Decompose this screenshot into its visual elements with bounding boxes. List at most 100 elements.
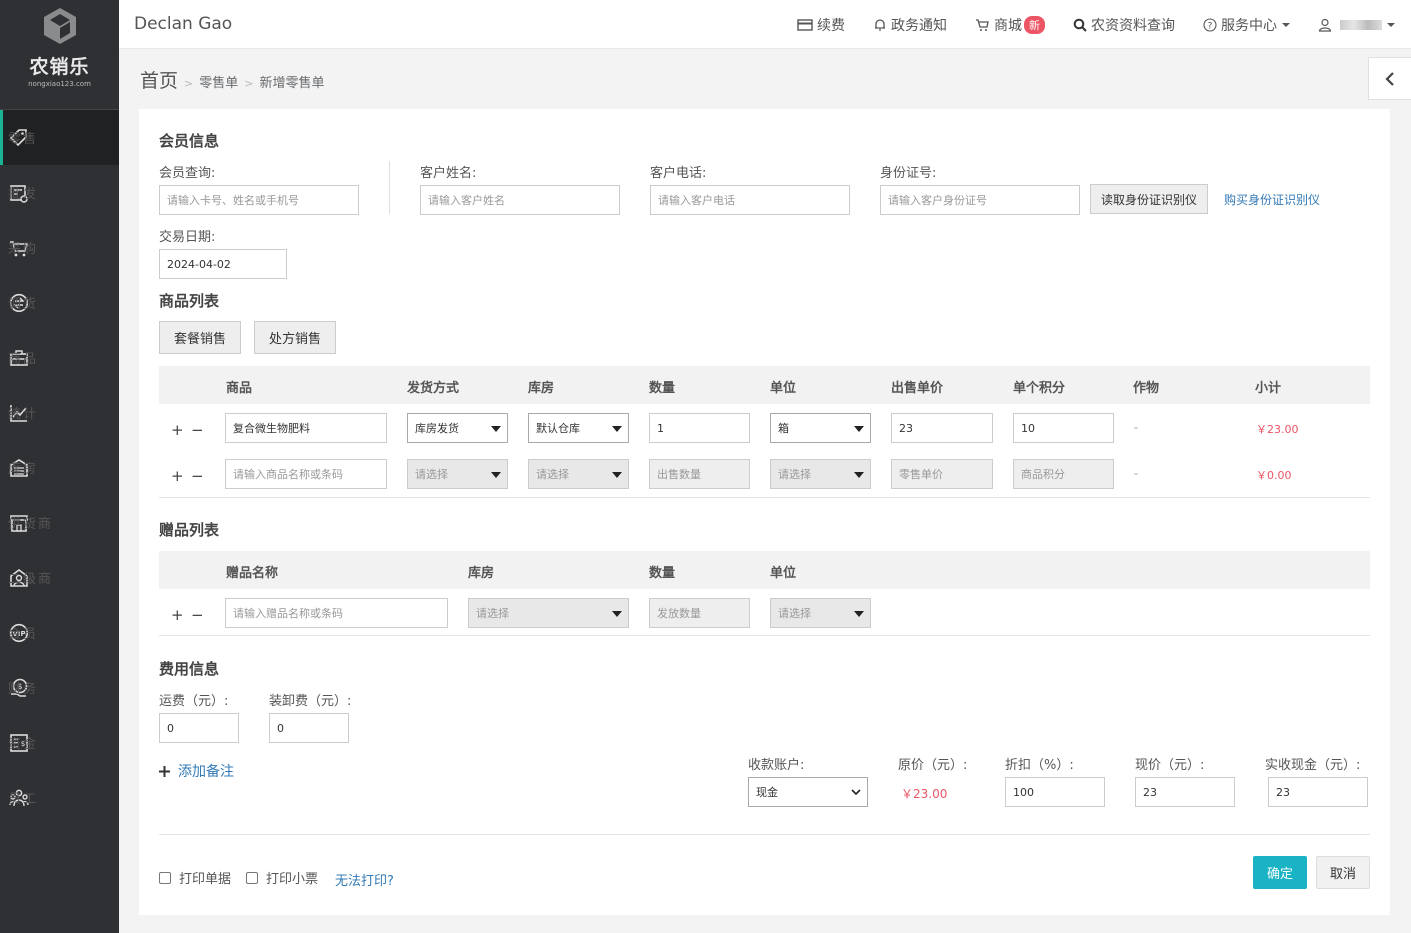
breadcrumb-retail[interactable]: 零售单 — [199, 72, 238, 91]
warehouse-value: 默认仓库 — [536, 422, 580, 435]
id-number-input[interactable]: 请输入客户身份证号 — [880, 185, 1080, 215]
sidebar-item-label: 二级商 — [8, 568, 77, 587]
sidebar-item-2[interactable]: 采购 — [0, 220, 119, 275]
sidebar-item-char: 售 — [23, 132, 39, 147]
cash-received-input[interactable]: 23 — [1268, 777, 1368, 807]
sidebar-item-6[interactable]: 库房 — [0, 440, 119, 495]
remove-row-button[interactable]: − — [191, 467, 204, 485]
cant-print-link[interactable]: 无法打印? — [335, 870, 394, 889]
print-ticket-checkbox[interactable]: 打印小票 — [246, 868, 318, 887]
gift-warehouse-select[interactable]: 请选择 — [468, 598, 629, 628]
read-id-card-button[interactable]: 读取身份证识别仪 — [1090, 184, 1208, 214]
quantity-input[interactable]: 1 — [649, 413, 750, 443]
freight-input[interactable]: 0 — [159, 713, 239, 743]
delivery-select[interactable]: 库房发货 — [407, 413, 508, 443]
col-delivery: 发货方式 — [407, 381, 460, 396]
unit-price-input[interactable]: 零售单价 — [891, 459, 993, 489]
delivery-select[interactable]: 请选择 — [407, 459, 508, 489]
delivery-placeholder: 请选择 — [415, 468, 448, 481]
warehouse-select[interactable]: 请选择 — [528, 459, 629, 489]
customer-name-input[interactable]: 请输入客户姓名 — [420, 185, 620, 215]
crop-value: - — [1134, 467, 1138, 480]
chevron-down-icon — [851, 789, 861, 796]
renew-link[interactable]: 续费 — [797, 15, 845, 35]
prescription-sale-button[interactable]: 处方销售 — [254, 321, 336, 354]
sidebar: 农销乐 nongxiao123.com 零售批发采购调货商品统计库房供货商二级商… — [0, 0, 119, 933]
points-input[interactable]: 10 — [1013, 413, 1114, 443]
package-sale-button[interactable]: 套餐销售 — [159, 321, 241, 354]
add-row-button[interactable]: + — [171, 421, 184, 439]
breadcrumb-home[interactable]: 首页 — [140, 66, 178, 93]
remove-row-button[interactable]: − — [191, 421, 204, 439]
gift-quantity-input[interactable]: 发放数量 — [649, 598, 750, 628]
points-input[interactable]: 商品积分 — [1013, 459, 1114, 489]
gift-unit-select[interactable]: 请选择 — [770, 598, 871, 628]
discount-input[interactable]: 100 — [1005, 777, 1105, 807]
col-subtotal: 小计 — [1255, 381, 1282, 396]
buy-id-reader-link[interactable]: 购买身份证识别仪 — [1224, 191, 1320, 208]
add-row-button[interactable]: + — [171, 467, 184, 485]
unit-select[interactable]: 请选择 — [770, 459, 871, 489]
brand-name: 农销乐 — [29, 56, 90, 78]
handling-input[interactable]: 0 — [269, 713, 349, 743]
caret-down-icon — [612, 426, 622, 432]
checkbox-box[interactable] — [246, 871, 258, 884]
sidebar-item-label: 商品 — [8, 348, 62, 367]
freight-label: 运费（元）: — [159, 694, 229, 709]
sidebar-item-label: 采购 — [8, 238, 62, 257]
product-input[interactable]: 请输入商品名称或条码 — [225, 459, 387, 489]
breadcrumb-separator: > — [184, 77, 194, 90]
sidebar-item-10[interactable]: $ 财务 — [0, 660, 119, 715]
sidebar-item-3[interactable]: 调货 — [0, 275, 119, 330]
current-price-input[interactable]: 23 — [1135, 777, 1235, 807]
sidebar-item-char: 资 — [8, 737, 24, 752]
unit-placeholder: 请选择 — [778, 468, 811, 481]
col-gift-unit: 单位 — [770, 566, 797, 581]
print-ticket-label: 打印小票 — [266, 872, 319, 887]
cart-icon — [976, 18, 989, 31]
customer-name-label: 客户姓名: — [420, 166, 477, 181]
sidebar-item-5[interactable]: 统计 — [0, 385, 119, 440]
help-icon: ? — [1203, 17, 1217, 32]
service-menu[interactable]: ? 服务中心 — [1203, 15, 1290, 35]
customer-phone-input[interactable]: 请输入客户电话 — [650, 185, 850, 215]
sidebar-item-char: 供 — [8, 517, 24, 532]
remove-gift-row-button[interactable]: − — [191, 606, 204, 624]
chevron-down-icon — [1282, 22, 1290, 27]
unit-price-input[interactable]: 23 — [891, 413, 993, 443]
checkbox-box[interactable] — [159, 871, 171, 884]
sidebar-item-char: 员 — [23, 627, 39, 642]
sidebar-item-8[interactable]: 二级商 — [0, 550, 119, 605]
print-receipt-checkbox[interactable]: 打印单据 — [159, 868, 231, 887]
col-unit: 单位 — [770, 381, 797, 396]
sidebar-item-12[interactable]: 员工 — [0, 770, 119, 825]
account-select[interactable]: 现金 — [748, 777, 868, 807]
notice-link[interactable]: 政务通知 — [873, 15, 947, 35]
confirm-button[interactable]: 确定 — [1253, 856, 1307, 889]
sidebar-item-7[interactable]: 供货商 — [0, 495, 119, 550]
add-note-link[interactable]: 添加备注 — [159, 761, 234, 781]
sidebar-item-4[interactable]: 商品 — [0, 330, 119, 385]
sidebar-item-11[interactable]: $ 资金 — [0, 715, 119, 770]
sidebar-item-0[interactable]: 零售 — [0, 110, 119, 165]
collapse-panel-button[interactable] — [1368, 57, 1411, 100]
user-menu[interactable] — [1318, 18, 1395, 32]
mall-link[interactable]: 商城 新 — [975, 15, 1045, 35]
unit-select[interactable]: 箱 — [770, 413, 871, 443]
notice-label: 政务通知 — [891, 17, 947, 34]
query-link[interactable]: 农资资料查询 — [1073, 15, 1175, 35]
sidebar-item-char: 购 — [23, 242, 39, 257]
sidebar-item-char: 商 — [8, 352, 24, 367]
quantity-input[interactable]: 出售数量 — [649, 459, 750, 489]
sidebar-item-9[interactable]: VIP 会员 — [0, 605, 119, 660]
trade-date-input[interactable]: 2024-04-02 — [159, 249, 287, 279]
sidebar-item-1[interactable]: 批发 — [0, 165, 119, 220]
sidebar-item-label: 统计 — [8, 403, 62, 422]
add-gift-row-button[interactable]: + — [171, 606, 184, 624]
member-search-input[interactable]: 请输入卡号、姓名或手机号 — [159, 185, 359, 215]
product-input[interactable]: 复合微生物肥料 — [225, 413, 387, 443]
warehouse-select[interactable]: 默认仓库 — [528, 413, 629, 443]
cancel-button[interactable]: 取消 — [1316, 856, 1370, 889]
card-icon — [797, 18, 813, 31]
gift-name-input[interactable]: 请输入赠品名称或条码 — [225, 598, 448, 628]
